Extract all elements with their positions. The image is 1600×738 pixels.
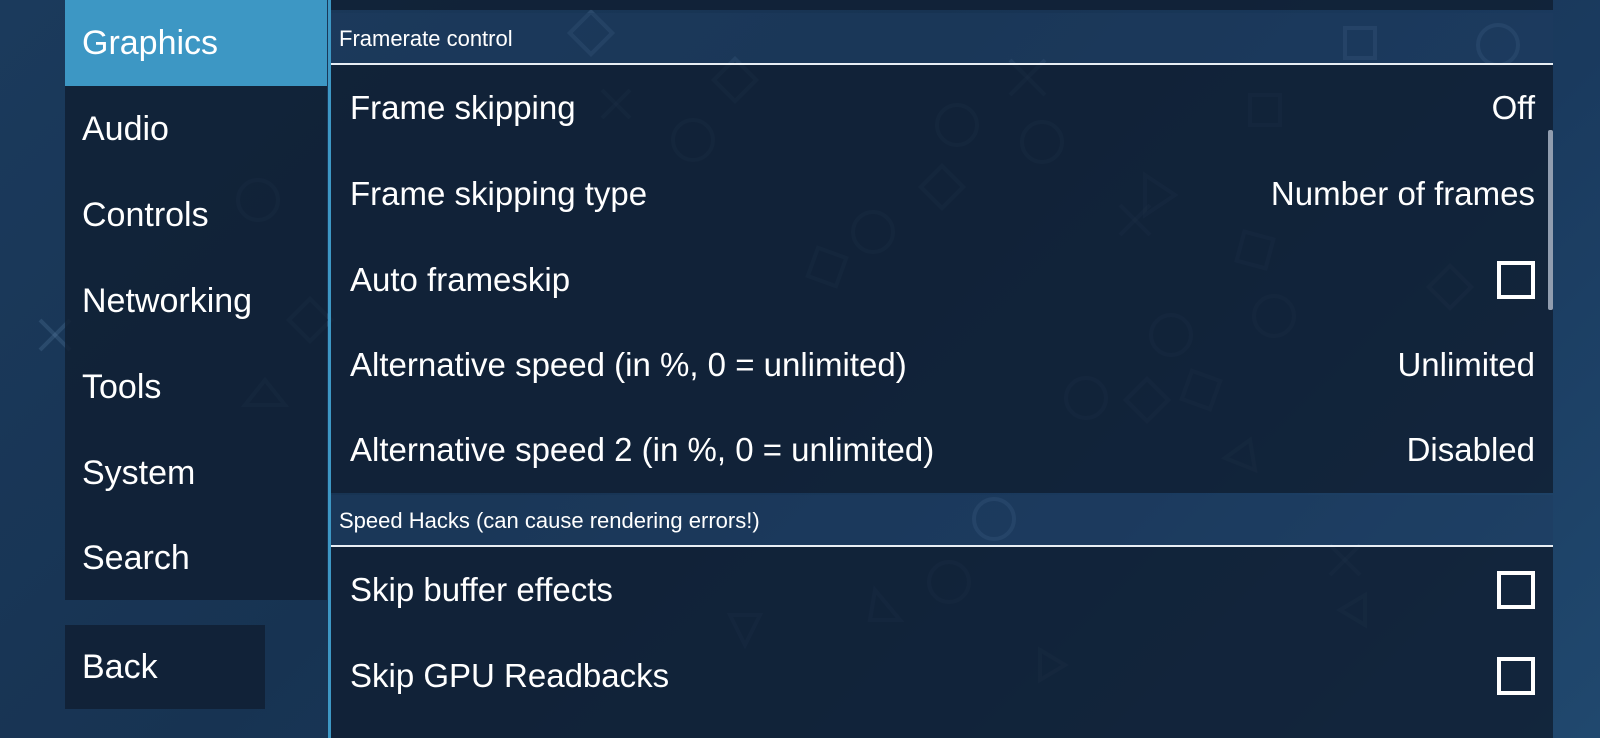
sidebar-item-networking[interactable]: Networking xyxy=(65,258,327,344)
setting-value: Off xyxy=(1491,89,1535,126)
setting-label: Skip GPU Readbacks xyxy=(350,657,670,694)
framerate-settings-group: Frame skipping Off Frame skipping type N… xyxy=(331,65,1553,493)
setting-label: Alternative speed (in %, 0 = unlimited) xyxy=(350,346,907,383)
section-header-framerate-control: Framerate control xyxy=(331,13,1553,65)
sidebar-item-controls[interactable]: Controls xyxy=(65,172,327,258)
sidebar-item-audio[interactable]: Audio xyxy=(65,86,327,172)
setting-row-alternative-speed-2[interactable]: Alternative speed 2 (in %, 0 = unlimited… xyxy=(331,407,1553,493)
setting-row-alternative-speed[interactable]: Alternative speed (in %, 0 = unlimited) … xyxy=(331,322,1553,408)
setting-row-frame-skipping[interactable]: Frame skipping Off xyxy=(331,65,1553,151)
top-panel-edge xyxy=(331,0,1553,10)
auto-frameskip-checkbox[interactable] xyxy=(1497,261,1535,299)
setting-row-auto-frameskip[interactable]: Auto frameskip xyxy=(331,237,1553,323)
sidebar-item-system[interactable]: System xyxy=(65,430,327,516)
setting-value: Unlimited xyxy=(1397,346,1535,383)
section-header-label: Speed Hacks (can cause rendering errors!… xyxy=(339,508,760,533)
setting-row-skip-buffer-effects[interactable]: Skip buffer effects xyxy=(331,547,1553,633)
back-button[interactable]: Back xyxy=(65,625,265,709)
skip-buffer-effects-checkbox[interactable] xyxy=(1497,571,1535,609)
section-header-label: Framerate control xyxy=(339,26,513,51)
settings-category-sidebar: Graphics Audio Controls Networking Tools… xyxy=(65,0,327,600)
settings-scrollbar[interactable] xyxy=(1548,130,1553,310)
setting-value: Disabled xyxy=(1406,431,1535,468)
sidebar-item-graphics[interactable]: Graphics xyxy=(65,0,327,86)
setting-label: Frame skipping type xyxy=(350,175,648,212)
setting-row-frame-skipping-type[interactable]: Frame skipping type Number of frames xyxy=(331,151,1553,237)
sidebar-item-search[interactable]: Search xyxy=(65,515,327,601)
skip-gpu-readbacks-checkbox[interactable] xyxy=(1497,657,1535,695)
setting-row-skip-gpu-readbacks[interactable]: Skip GPU Readbacks xyxy=(331,633,1553,719)
setting-label: Alternative speed 2 (in %, 0 = unlimited… xyxy=(350,431,935,468)
setting-value: Number of frames xyxy=(1270,175,1535,212)
setting-label: Auto frameskip xyxy=(350,261,571,298)
sidebar-item-tools[interactable]: Tools xyxy=(65,344,327,430)
setting-label: Frame skipping xyxy=(350,89,576,126)
settings-list[interactable]: Framerate control Frame skipping Off Fra… xyxy=(331,0,1553,738)
speed-hacks-settings-group: Skip buffer effects Skip GPU Readbacks xyxy=(331,547,1553,738)
setting-label: Skip buffer effects xyxy=(350,571,613,608)
section-header-speed-hacks: Speed Hacks (can cause rendering errors!… xyxy=(331,495,1553,547)
